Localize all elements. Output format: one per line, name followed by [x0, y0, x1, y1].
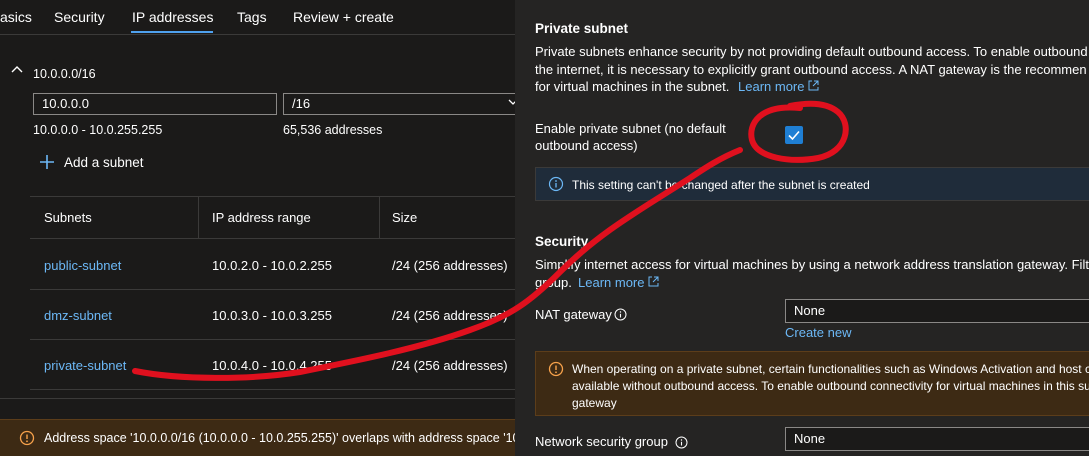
address-range: 10.0.0.0 - 10.0.255.255 — [33, 123, 163, 137]
header-subnets[interactable]: Subnets — [44, 210, 92, 225]
external-link-icon — [808, 79, 819, 94]
private-subnet-desc-3: for virtual machines in the subnet. — [535, 79, 730, 94]
security-learn-more-label: Learn more — [578, 275, 645, 290]
subnet-details-pane: Private subnet Private subnets enhance s… — [515, 0, 1089, 456]
subnet-size: /24 (256 addresses) — [392, 308, 508, 323]
warning-text-2: available without outbound access. To en… — [572, 379, 1089, 393]
info-banner: This setting can't be changed after the … — [535, 167, 1089, 201]
nsg-label: Network security group — [535, 434, 668, 449]
info-banner-text: This setting can't be changed after the … — [572, 178, 870, 192]
subnet-size: /24 (256 addresses) — [392, 258, 508, 273]
overlap-warning-bar: Address space '10.0.0.0/16 (10.0.0.0 - 1… — [0, 419, 515, 456]
nat-gateway-label: NAT gateway — [535, 307, 612, 322]
learn-more-link[interactable]: Learn more — [738, 79, 819, 94]
info-icon — [548, 176, 564, 197]
chevron-down-icon — [508, 95, 515, 110]
section-divider — [0, 398, 515, 399]
security-desc-1: Simplify internet access for virtual mac… — [535, 257, 1089, 272]
warning-text-1: When operating on a private subnet, cert… — [572, 362, 1089, 376]
subnet-size: /24 (256 addresses) — [392, 358, 508, 373]
tabs-divider — [0, 34, 515, 35]
tab-review-create[interactable]: Review + create — [293, 9, 394, 25]
left-pane: asics Security IP addresses Tags Review … — [0, 0, 515, 456]
address-count: 65,536 addresses — [283, 123, 383, 137]
plus-icon — [38, 153, 56, 176]
checkmark-icon — [788, 130, 800, 141]
subnet-link-public[interactable]: public-subnet — [44, 258, 121, 273]
subnet-range: 10.0.4.0 - 10.0.4.255 — [212, 358, 332, 373]
private-subnet-heading: Private subnet — [535, 21, 629, 36]
row-divider — [30, 339, 515, 340]
learn-more-label: Learn more — [738, 79, 805, 94]
address-space-cidr: 10.0.0.0/16 — [33, 67, 96, 81]
active-tab-indicator — [131, 31, 213, 33]
enable-private-subnet-label-1: Enable private subnet (no default — [535, 121, 726, 136]
overlap-warning-text: Address space '10.0.0.0/16 (10.0.0.0 - 1… — [44, 431, 515, 445]
external-link-icon — [648, 275, 659, 290]
header-ip-range[interactable]: IP address range — [212, 210, 311, 225]
security-learn-more-link[interactable]: Learn more — [578, 275, 659, 290]
tab-tags[interactable]: Tags — [237, 9, 267, 25]
chevron-up-icon[interactable] — [10, 63, 24, 77]
warning-text-3: gateway — [572, 396, 617, 410]
subnet-link-private[interactable]: private-subnet — [44, 358, 126, 373]
nat-gateway-select[interactable]: None — [785, 299, 1089, 323]
add-subnet-label: Add a subnet — [64, 155, 144, 170]
security-desc-2: group. — [535, 275, 572, 290]
column-divider — [379, 196, 380, 238]
prefix-value: /16 — [292, 96, 311, 111]
subnet-range: 10.0.3.0 - 10.0.3.255 — [212, 308, 332, 323]
prefix-select[interactable]: /16 — [283, 93, 515, 115]
info-circle-icon[interactable] — [614, 308, 627, 326]
security-heading: Security — [535, 234, 589, 249]
address-input[interactable]: 10.0.0.0 — [33, 93, 277, 115]
warning-icon — [19, 430, 35, 451]
tab-ip-addresses[interactable]: IP addresses — [132, 9, 213, 25]
column-divider — [198, 196, 199, 238]
nsg-select[interactable]: None — [785, 427, 1089, 451]
subnet-link-dmz[interactable]: dmz-subnet — [44, 308, 112, 323]
private-subnet-desc-1: Private subnets enhance security by not … — [535, 44, 1088, 59]
row-divider — [30, 389, 515, 390]
create-new-link[interactable]: Create new — [785, 325, 851, 340]
enable-private-subnet-label-2: outbound access) — [535, 138, 638, 153]
warning-icon — [548, 361, 564, 382]
table-top-divider — [30, 196, 515, 197]
private-subnet-desc-2: the internet, it is necessary to explici… — [535, 62, 1087, 77]
row-divider — [30, 289, 515, 290]
enable-private-subnet-checkbox[interactable] — [785, 126, 803, 144]
subnet-range: 10.0.2.0 - 10.0.2.255 — [212, 258, 332, 273]
tab-basics[interactable]: asics — [0, 9, 32, 25]
info-circle-icon[interactable] — [675, 436, 688, 454]
private-subnet-warning: When operating on a private subnet, cert… — [535, 351, 1089, 416]
header-divider — [30, 238, 515, 239]
tab-security[interactable]: Security — [54, 9, 105, 25]
header-size[interactable]: Size — [392, 210, 417, 225]
